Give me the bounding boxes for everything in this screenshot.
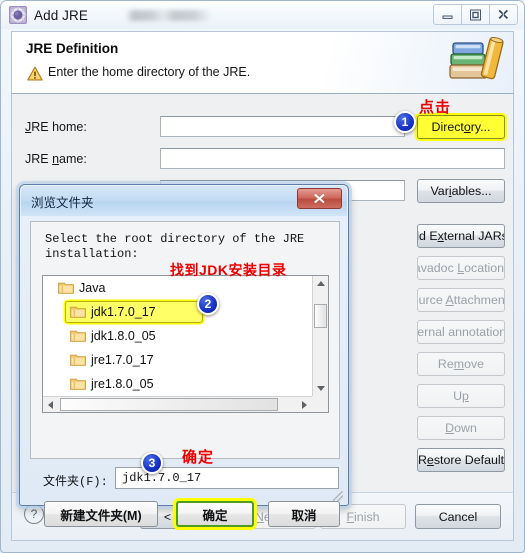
folder-tree-rows: Java jdk1.7.0_17 jdk1.8.0_05 jre1.7.0_17…	[43, 276, 312, 396]
browse-close-button[interactable]	[297, 188, 342, 209]
browse-dialog-title: 浏览文件夹	[31, 196, 94, 210]
cancel-label: Cancel	[438, 509, 478, 524]
tree-item-label: Java	[79, 281, 106, 295]
resize-grip-icon[interactable]	[333, 491, 343, 501]
tree-item-label: jdk1.7.0_17	[91, 305, 156, 319]
books-stack-icon	[447, 35, 505, 87]
add-external-jars-label: Add External JARs...	[418, 229, 504, 243]
up-button[interactable]: Up	[417, 384, 505, 408]
folder-name-value: jdk1.7.0_17	[122, 471, 202, 485]
folder-icon	[70, 353, 86, 366]
external-annotations-button[interactable]: External annotations...	[417, 320, 505, 344]
folder-tree[interactable]: Java jdk1.7.0_17 jdk1.8.0_05 jre1.7.0_17…	[42, 275, 329, 413]
tree-item-label: jre1.8.0_05	[91, 377, 154, 391]
annotation-step1-badge: 1	[394, 111, 416, 133]
blurred-title-suffix	[125, 9, 212, 21]
window-title: Add JRE	[34, 7, 88, 23]
add-external-jars-button[interactable]: Add External JARs...	[417, 224, 505, 248]
scroll-right-icon[interactable]	[302, 401, 307, 409]
maximize-button[interactable]	[461, 4, 490, 25]
variables-button-label: Variables...	[430, 184, 492, 198]
cancel-button[interactable]: Cancel	[415, 504, 501, 529]
restore-default-button[interactable]: Restore Default	[417, 448, 505, 472]
tree-item-label: jre1.7.0_17	[91, 353, 154, 367]
javadoc-location-label: Javadoc Location...	[418, 261, 505, 275]
directory-button-label: Directory...	[431, 120, 491, 134]
jre-home-input[interactable]	[160, 116, 405, 137]
folder-icon	[70, 377, 86, 390]
close-icon	[314, 194, 325, 203]
annotation-step2-badge: 2	[197, 293, 219, 315]
scroll-up-icon[interactable]	[317, 281, 325, 286]
title-bar[interactable]: Add JRE	[1, 1, 524, 29]
jre-home-label: JRE home:	[25, 120, 87, 134]
finish-label: Finish	[346, 509, 380, 524]
down-button[interactable]: Down	[417, 416, 505, 440]
folder-icon	[70, 305, 86, 318]
browse-cancel-label: 取消	[291, 508, 317, 523]
annotation-step3-badge: 3	[141, 452, 163, 474]
folder-icon	[70, 329, 86, 342]
help-icon[interactable]: ?	[24, 504, 44, 524]
tree-item-jre18[interactable]: jre1.8.0_05	[43, 372, 312, 396]
scrollbar-corner	[312, 396, 328, 412]
tree-item-label: jdk1.8.0_05	[91, 329, 156, 343]
browse-prompt: Select the root directory of the JRE ins…	[45, 232, 305, 261]
tree-item-jre17[interactable]: jre1.7.0_17	[43, 348, 312, 372]
jre-gear-icon	[9, 6, 27, 24]
tree-item-jdk18[interactable]: jdk1.8.0_05	[43, 324, 312, 348]
tree-horizontal-scrollbar[interactable]	[43, 396, 312, 412]
annotation-step2-text: 找到JDK安装目录	[170, 262, 287, 278]
source-attachment-button[interactable]: Source Attachment...	[417, 288, 505, 312]
source-attachment-label: Source Attachment...	[418, 293, 505, 307]
window-controls	[433, 4, 518, 25]
remove-label: Remove	[437, 357, 485, 371]
scroll-down-icon[interactable]	[317, 386, 325, 391]
annotation-step1-text: 点击	[419, 99, 452, 116]
tree-item-jdk17[interactable]: jdk1.7.0_17	[43, 300, 312, 324]
variables-button[interactable]: Variables...	[417, 179, 505, 203]
javadoc-location-button[interactable]: Javadoc Location...	[417, 256, 505, 280]
external-annotations-label: External annotations...	[417, 325, 505, 339]
ok-button[interactable]: 确定	[176, 501, 254, 527]
directory-button[interactable]: Directory...	[417, 115, 505, 139]
folder-icon	[58, 281, 74, 294]
restore-default-label: Restore Default	[417, 453, 505, 467]
close-button[interactable]	[489, 4, 518, 25]
remove-button[interactable]: Remove	[417, 352, 505, 376]
warning-triangle-icon	[27, 66, 43, 81]
jre-name-label: JRE name:	[25, 152, 87, 166]
annotation-step3-text: 确定	[182, 449, 215, 466]
new-folder-button[interactable]: 新建文件夹(M)	[44, 501, 158, 527]
page-description: Enter the home directory of the JRE.	[48, 65, 251, 79]
ok-label: 确定	[202, 508, 228, 523]
browse-cancel-button[interactable]: 取消	[268, 501, 340, 527]
folder-field-label: 文件夹(F):	[43, 475, 108, 489]
scroll-thumb-vertical[interactable]	[314, 304, 327, 328]
up-label: Up	[453, 389, 469, 403]
new-folder-label: 新建文件夹(M)	[60, 508, 142, 523]
browse-content-panel: Select the root directory of the JRE ins…	[30, 221, 340, 459]
scroll-left-icon[interactable]	[48, 401, 53, 409]
jre-name-input[interactable]	[160, 148, 505, 169]
minimize-button[interactable]	[433, 4, 462, 25]
down-label: Down	[445, 421, 477, 435]
page-title: JRE Definition	[26, 41, 119, 56]
wizard-banner: JRE Definition Enter the home directory …	[11, 31, 514, 94]
add-jre-wizard-window: Add JRE JRE Definition Enter the home di…	[0, 0, 525, 553]
tree-vertical-scrollbar[interactable]	[312, 276, 328, 396]
scroll-thumb-horizontal[interactable]	[60, 398, 278, 411]
